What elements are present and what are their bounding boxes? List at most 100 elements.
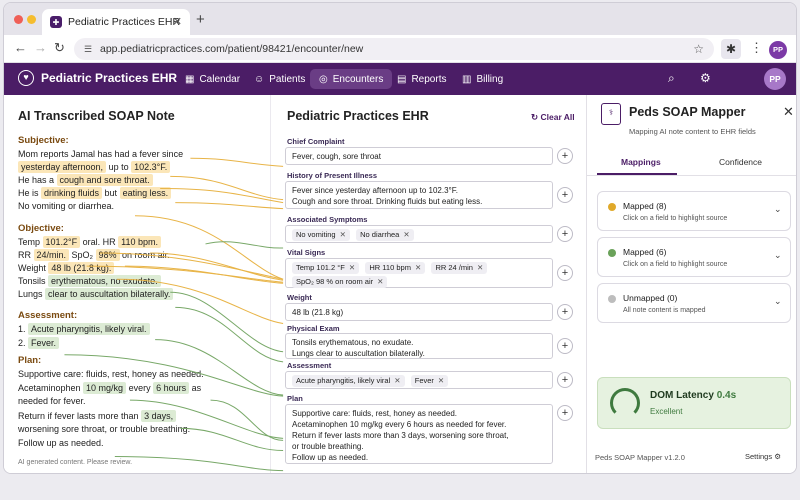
forward-icon[interactable]: → [34,40,47,55]
text: Temp [18,237,43,247]
chevron-down-icon[interactable]: ⌄ [774,296,782,307]
back-icon[interactable]: ← [14,40,27,55]
text: 1. [18,324,29,334]
chevron-down-icon[interactable]: ⌄ [774,204,782,215]
add-chief-complaint-button[interactable]: + [557,148,573,164]
add-assessment-button[interactable]: + [557,372,573,388]
symptom-chip[interactable]: No vomiting ✕ [292,229,350,241]
plan-field[interactable]: Supportive care: fluids, rest, honey as … [285,404,553,464]
add-symptom-button[interactable]: + [557,226,573,242]
assessment-field[interactable]: Acute pharyngitis, likely viral ✕ Fever ✕ [285,371,553,389]
soap-line: Supportive care: fluids, rest, honey as … [18,368,204,381]
vital-chip[interactable]: RR 24 /min ✕ [431,262,488,274]
source-lungs[interactable]: clear to auscultation bilaterally. [45,288,174,300]
source-weight[interactable]: 48 lb (21.8 kg). [48,262,115,274]
symptom-chip[interactable]: No diarrhea ✕ [356,229,414,241]
chevron-down-icon[interactable]: ⌄ [774,250,782,261]
source-fluids[interactable]: drinking fluids [41,187,103,199]
nav-billing[interactable]: ▥ Billing [453,69,512,89]
soap-line: Lungs clear to auscultation bilaterally. [18,288,174,301]
source-max-temp[interactable]: 102.3°F. [131,161,171,173]
diagnosis-chip[interactable]: Fever ✕ [410,375,449,387]
objective-heading: Objective: [18,223,64,234]
text: Follow up as needed. [18,438,104,448]
source-dx-pharyngitis[interactable]: Acute pharyngitis, likely viral. [28,323,150,335]
weight-field[interactable]: 48 lb (21.8 kg) [285,303,553,321]
vital-chip[interactable]: SpO₂ 98 % on room air ✕ [292,276,388,288]
settings-link[interactable]: Settings ⚙ [745,452,781,461]
source-return-days[interactable]: 3 days, [141,410,177,422]
favicon-icon: ✚ [50,16,62,28]
associated-symptoms-field[interactable]: No vomiting ✕ No diarrhea ✕ [285,225,553,243]
gear-icon[interactable]: ⚙ [700,71,711,85]
remove-chip-icon[interactable]: ✕ [403,230,409,239]
source-onset[interactable]: yesterday afternoon, [18,161,107,173]
add-exam-button[interactable]: + [557,338,573,354]
mapped-yellow-card[interactable]: Mapped (8) Click on a field to highlight… [597,191,791,231]
brand-logo-icon: ♥ [18,70,34,86]
source-symptoms[interactable]: cough and sore throat. [56,174,153,186]
vital-chip[interactable]: HR 110 bpm ✕ [365,262,426,274]
reload-icon[interactable]: ↻ [54,40,65,56]
nav-patients[interactable]: ☺ Patients [245,69,314,89]
source-rr[interactable]: 24/min. [33,249,70,261]
nav-reports[interactable]: ▤ Reports [388,69,455,89]
site-info-icon[interactable]: ☰ [84,38,92,60]
user-avatar[interactable]: PP [764,68,786,90]
source-dx-fever[interactable]: Fever. [28,337,60,349]
bookmark-star-icon[interactable]: ☆ [693,38,704,60]
add-plan-button[interactable]: + [557,405,573,421]
url-field[interactable]: ☰ app.pediatricpractices.com/patient/984… [74,38,714,60]
source-hr[interactable]: 110 bpm. [118,236,162,248]
add-vital-button[interactable]: + [557,265,573,281]
browser-menu-icon[interactable]: ⋮ [750,40,763,56]
hpi-field[interactable]: Fever since yesterday afternoon up to 10… [285,181,553,209]
extension-puzzle-icon[interactable]: ✱ [721,39,741,59]
mapped-green-card[interactable]: Mapped (6) Click on a field to highlight… [597,237,791,277]
tab-strip: ✚ Pediatric Practices EHR ✕ + [4,3,796,35]
form-title: Pediatric Practices EHR [287,109,429,123]
source-temp[interactable]: 101.2°F [42,236,81,248]
unmapped-card[interactable]: Unmapped (0) All note content is mapped … [597,283,791,323]
close-icon[interactable]: ✕ [783,104,794,120]
latency-label: DOM Latency 0.4s [650,390,736,401]
soap-line: No vomiting or diarrhea. [18,200,114,213]
remove-chip-icon[interactable]: ✕ [438,376,444,385]
chip-label: SpO₂ 98 % on room air [296,277,374,286]
vital-signs-label: Vital Signs [287,248,326,257]
browser-profile-avatar[interactable]: PP [769,41,787,59]
app-brand[interactable]: ♥ Pediatric Practices EHR [18,70,177,86]
remove-chip-icon[interactable]: ✕ [394,376,400,385]
source-spo2[interactable]: 98% [95,249,120,261]
tab-mappings[interactable]: Mappings [621,157,661,167]
source-interval[interactable]: 6 hours [153,382,190,394]
search-icon[interactable]: ⌕ [668,71,675,86]
remove-chip-icon[interactable]: ✕ [415,263,421,272]
remove-chip-icon[interactable]: ✕ [377,277,383,286]
chief-complaint-field[interactable]: Fever, cough, sore throat [285,147,553,165]
close-window-button[interactable] [14,15,23,24]
add-weight-button[interactable]: + [557,304,573,320]
source-dose[interactable]: 10 mg/kg [83,382,127,394]
soap-line: He has a cough and sore throat. [18,174,153,187]
diagnosis-chip[interactable]: Acute pharyngitis, likely viral ✕ [292,375,405,387]
remove-chip-icon[interactable]: ✕ [340,230,346,239]
new-tab-icon[interactable]: + [196,11,205,28]
source-appetite[interactable]: eating less. [119,187,172,199]
source-tonsils[interactable]: erythematous, no exudate. [48,275,161,287]
reports-icon: ▤ [397,73,407,85]
vital-signs-field[interactable]: Temp 101.2 °F ✕ HR 110 bpm ✕ RR 24 /min ✕ S… [285,258,553,288]
browser-tab[interactable]: ✚ Pediatric Practices EHR ✕ [42,9,190,35]
clear-all-button[interactable]: ↻ Clear All [531,112,575,123]
nav-calendar[interactable]: ▦ Calendar [176,69,249,89]
add-hpi-button[interactable]: + [557,187,573,203]
remove-chip-icon[interactable]: ✕ [477,263,483,272]
physical-exam-field[interactable]: Tonsils erythematous, no exudate. Lungs … [285,333,553,359]
tab-confidence[interactable]: Confidence [719,157,762,167]
nav-encounters[interactable]: ◎ Encounters [310,69,393,89]
vital-chip[interactable]: Temp 101.2 °F ✕ [292,262,360,274]
remove-chip-icon[interactable]: ✕ [349,263,355,272]
minimize-window-button[interactable] [27,15,36,24]
soap-line: Mom reports Jamal has had a fever since [18,148,183,161]
close-tab-icon[interactable]: ✕ [173,15,182,28]
